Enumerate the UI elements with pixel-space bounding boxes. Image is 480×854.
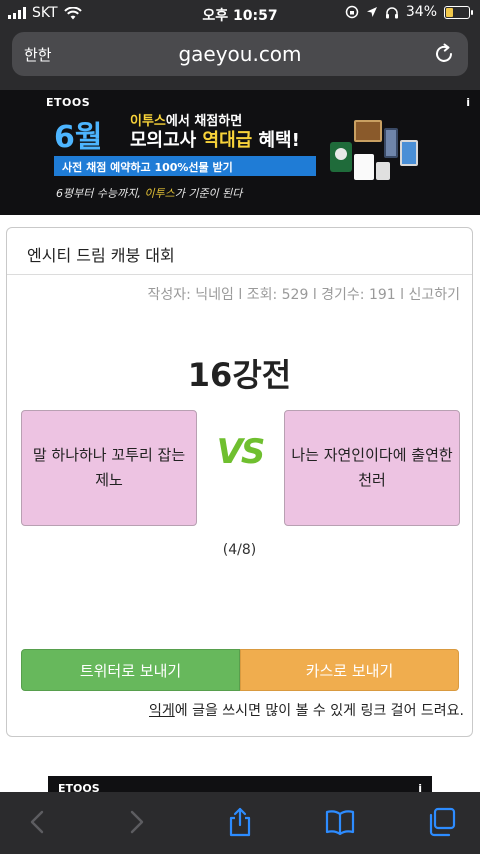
share-kakaostory-button[interactable]: 카스로 보내기 [240,649,459,691]
title-divider [7,274,472,275]
browser-toolbar [0,792,480,854]
ad-brand: ETOOS [46,96,91,109]
choice-right-button[interactable]: 나는 자연인이다에 출연한 천러 [284,410,460,526]
browser-top-bar: SKT 오후 10:57 34% 한한 gaeyou.com [0,0,480,90]
reload-icon[interactable] [432,42,456,66]
match-progress: (4/8) [222,542,257,558]
battery-icon [444,5,473,19]
post-meta[interactable]: 작성자: 닉네임 l 조회: 529 l 경기수: 191 l 신고하기 [147,284,460,304]
vs-label: VS [216,432,266,472]
back-icon[interactable] [22,806,54,838]
community-board-link[interactable]: 익게 [149,703,175,719]
rotation-lock-icon [345,5,359,19]
share-icon[interactable] [224,806,256,838]
choice-left-label: 말 하나하나 꼬투리 잡는 제노 [32,446,186,489]
status-right: 34% [345,4,473,20]
location-icon [366,7,377,17]
tournament-card: 엔시티 드림 캐붕 대회 작성자: 닉네임 l 조회: 529 l 경기수: 1… [6,227,473,737]
ad-line-2: 모의고사 역대급 혜택! [130,130,300,151]
footer-note: 익게에 글을 쓰시면 많이 볼 수 있게 링크 걸어 드려요. [7,700,464,720]
ad-info-icon[interactable]: i [466,96,470,109]
ad-banner[interactable]: ETOOS i 6월 이투스에서 채점하면 모의고사 역대급 혜택! 사전 채점… [0,90,480,215]
headphones-icon [385,6,398,18]
forward-icon[interactable] [120,806,152,838]
ad-slogan: 6평부터 수능까지, 이투스가 기준이 된다 [56,187,243,200]
share-twitter-button[interactable]: 트위터로 보내기 [21,649,240,691]
battery-percent: 34% [405,4,437,20]
round-label: 16강전 [187,356,292,394]
ad-month: 6월 [54,120,103,155]
address-bar[interactable]: 한한 gaeyou.com [12,32,468,76]
footer-note-text: 에 글을 쓰시면 많이 볼 수 있게 링크 걸어 드려요. [174,703,464,719]
choice-right-label: 나는 자연인이다에 출연한 천러 [291,446,453,489]
choice-left-button[interactable]: 말 하나하나 꼬투리 잡는 제노 [21,410,197,526]
page-title: 엔시티 드림 캐붕 대회 [27,246,175,265]
bookmarks-icon[interactable] [324,806,356,838]
page: SKT 오후 10:57 34% 한한 gaeyou.com ETOOS i 6… [0,0,480,854]
status-bar: SKT 오후 10:57 34% [0,0,480,28]
ad-cta-bar: 사전 채점 예약하고 100%선물 받기 [54,156,316,176]
url-text[interactable]: gaeyou.com [12,42,468,66]
tabs-icon[interactable] [426,806,458,838]
ad-products-image [330,120,418,180]
